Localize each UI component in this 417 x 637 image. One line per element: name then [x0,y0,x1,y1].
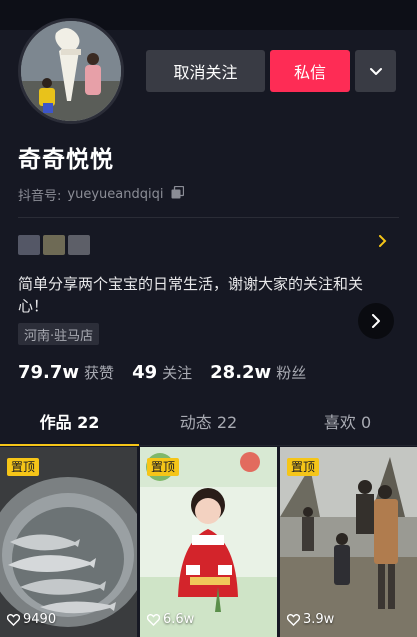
video-thumbnail[interactable]: 置顶 3.9w [280,447,417,637]
heart-icon [7,613,20,626]
douyin-id-row: 抖音号: yueyueandqiqi [18,185,185,204]
chevron-down-icon [369,68,382,75]
stat-label: 获赞 [84,364,115,382]
video-likes: 9490 [7,612,56,627]
chevron-right-icon [372,314,380,328]
heart-icon [147,613,160,626]
video-grid: 置顶 9490 置顶 6.6w 置顶 3.9w [0,447,417,637]
pinned-badge: 置顶 [7,458,40,476]
copy-icon[interactable] [171,185,185,203]
video-likes-count: 6.6w [163,612,195,627]
profile-stats: 79.7w 获赞 49 关注 28.2w 粉丝 [18,362,324,383]
unfollow-button[interactable]: 取消关注 [146,50,265,92]
tab-activity[interactable]: 动态 22 [139,400,278,445]
profile-bio: 简单分享两个宝宝的日常生活，谢谢大家的关注和关心！ [18,275,364,315]
video-thumbnail[interactable]: 置顶 6.6w [140,447,277,637]
douyin-id-value: yueyueandqiqi [67,187,164,202]
stat-label: 粉丝 [276,364,307,382]
blurred-link-row[interactable] [18,231,388,259]
tab-likes[interactable]: 喜欢 0 [278,400,417,445]
video-likes-count: 3.9w [303,612,335,627]
more-button[interactable] [355,50,396,92]
message-button[interactable]: 私信 [270,50,350,92]
profile-tabs: 作品 22 动态 22 喜欢 0 [0,400,417,446]
douyin-id-label: 抖音号: [18,189,62,204]
expand-button[interactable] [358,303,394,339]
stat-followers[interactable]: 28.2w 粉丝 [210,362,306,383]
video-thumbnail[interactable]: 置顶 9490 [0,447,137,637]
blurred-content [68,235,90,255]
blurred-content [18,235,40,255]
video-likes: 3.9w [287,612,334,627]
profile-name: 奇奇悦悦 [18,147,114,173]
chevron-right-icon [378,235,388,251]
blurred-content [43,235,65,255]
avatar[interactable] [18,18,124,124]
pinned-badge: 置顶 [147,458,180,476]
location-tag: 河南·驻马店 [18,323,100,345]
stat-value: 79.7w [18,362,80,383]
heart-icon [287,613,300,626]
video-likes-count: 9490 [23,612,57,627]
tab-works[interactable]: 作品 22 [0,400,139,446]
stat-value: 49 [132,362,158,383]
divider [18,217,399,218]
stat-likes[interactable]: 79.7w 获赞 [18,362,114,383]
video-likes: 6.6w [147,612,194,627]
stat-following[interactable]: 49 关注 [132,362,192,383]
pinned-badge: 置顶 [287,458,320,476]
stat-label: 关注 [162,364,193,382]
avatar-image [21,21,121,121]
stat-value: 28.2w [210,362,272,383]
